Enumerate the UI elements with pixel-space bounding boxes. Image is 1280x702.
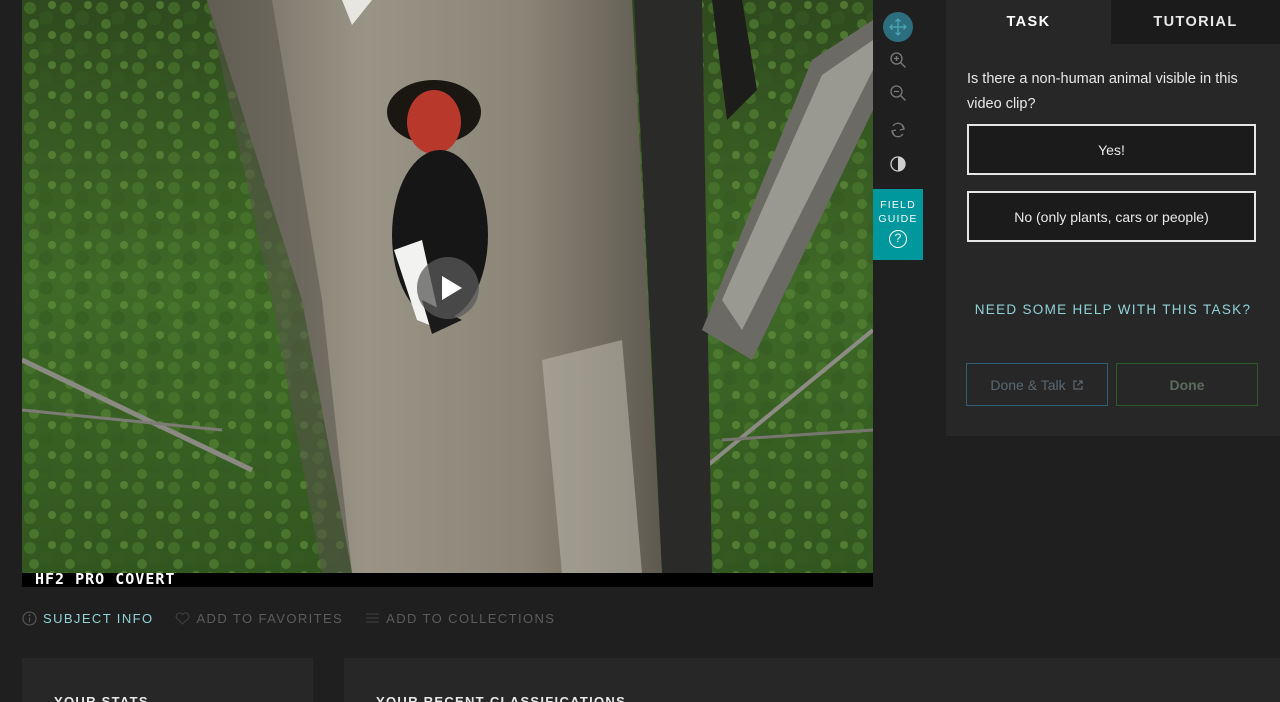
subject-actions: SUBJECT INFO ADD TO FAVORITES ADD TO COL… [22, 609, 577, 627]
field-guide-label: FIELD GUIDE [878, 199, 918, 225]
zoom-out-icon[interactable] [883, 78, 913, 108]
subject-info-link[interactable]: SUBJECT INFO [22, 611, 153, 626]
image-toolbar: FIELD GUIDE ? [873, 0, 923, 587]
done-and-talk-button[interactable]: Done & Talk [966, 363, 1108, 406]
info-icon [22, 610, 37, 626]
rotate-icon[interactable] [883, 115, 913, 145]
recent-classifications-title: YOUR RECENT CLASSIFICATIONS [376, 694, 627, 702]
field-guide-button[interactable]: FIELD GUIDE ? [873, 189, 923, 260]
tab-task[interactable]: TASK [946, 0, 1111, 44]
help-circle-icon: ? [889, 230, 907, 248]
zoom-in-icon[interactable] [883, 45, 913, 75]
move-icon[interactable] [883, 12, 913, 42]
answer-yes-button[interactable]: Yes! [967, 124, 1256, 175]
add-to-favorites-label: ADD TO FAVORITES [196, 610, 344, 626]
done-button[interactable]: Done [1116, 363, 1258, 406]
subject-info-label: SUBJECT INFO [43, 610, 154, 626]
your-stats-card: YOUR STATS [22, 658, 313, 702]
add-to-favorites-link[interactable]: ADD TO FAVORITES [175, 611, 343, 626]
external-link-icon [1073, 379, 1083, 390]
task-tabs: TASK TUTORIAL [946, 0, 1280, 44]
tab-tutorial[interactable]: TUTORIAL [1111, 0, 1280, 44]
task-panel: TASK TUTORIAL Is there a non-human anima… [946, 0, 1280, 436]
task-question: Is there a non-human animal visible in t… [967, 71, 1238, 112]
invert-icon[interactable] [883, 149, 913, 179]
list-icon [366, 613, 380, 623]
recent-classifications-card: YOUR RECENT CLASSIFICATIONS [344, 658, 1280, 702]
add-to-collections-link[interactable]: ADD TO COLLECTIONS [365, 611, 555, 626]
add-to-collections-label: ADD TO COLLECTIONS [386, 610, 556, 626]
heart-icon [176, 611, 190, 625]
done-and-talk-label: Done & Talk [990, 376, 1066, 393]
your-stats-title: YOUR STATS [54, 694, 149, 702]
subject-video-viewer[interactable]: HF2 PRO COVERT [22, 0, 873, 587]
play-button[interactable] [417, 257, 479, 319]
task-help-link[interactable]: NEED SOME HELP WITH THIS TASK? [946, 302, 1280, 317]
answer-no-button[interactable]: No (only plants, cars or people) [967, 191, 1256, 242]
camera-caption: HF2 PRO COVERT [35, 570, 176, 587]
